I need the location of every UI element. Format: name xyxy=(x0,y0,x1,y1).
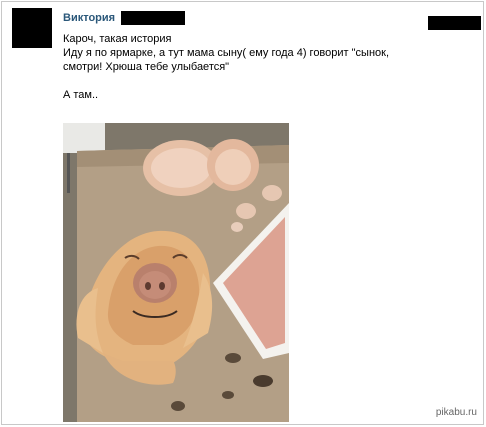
redacted-date xyxy=(428,16,481,30)
post-text-line: Иду я по ярмарке, а тут мама сыну( ему г… xyxy=(63,47,389,59)
post-text: Кароч, такая история Иду я по ярмарке, а… xyxy=(63,32,463,102)
post-text-line: А там.. xyxy=(63,89,99,101)
post-text-line: смотри! Хрюша тебе улыбается" xyxy=(63,61,230,73)
post-frame: Виктория Кароч, такая история Иду я по я… xyxy=(1,1,484,425)
pikabu-watermark: pikabu.ru xyxy=(435,407,477,418)
author-name[interactable]: Виктория xyxy=(63,12,115,24)
post-photo[interactable] xyxy=(63,123,289,422)
avatar[interactable] xyxy=(12,8,52,48)
redacted-surname xyxy=(121,11,185,25)
pig-head-photo xyxy=(63,123,289,422)
post-text-line: Кароч, такая история xyxy=(63,33,172,45)
